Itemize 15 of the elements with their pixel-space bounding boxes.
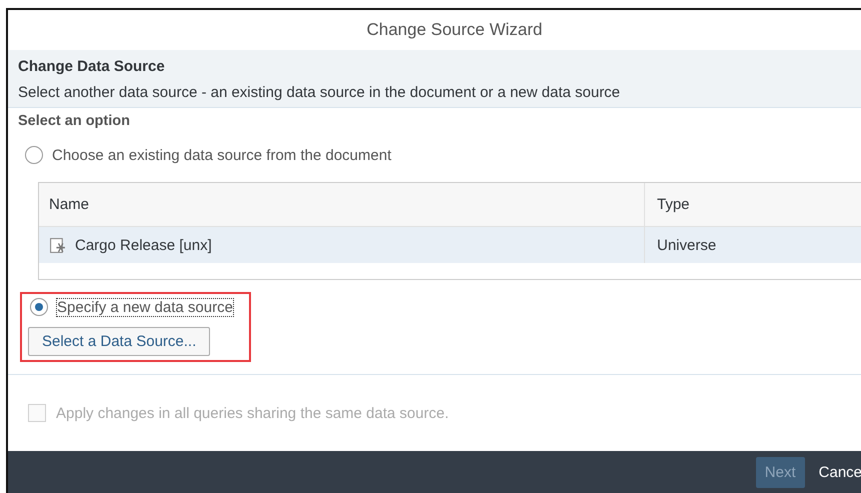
radio-button[interactable] bbox=[25, 146, 43, 164]
radio-button[interactable] bbox=[30, 298, 48, 316]
table-row[interactable]: Cargo Release [unx] Universe bbox=[39, 227, 861, 263]
window-title: Change Source Wizard bbox=[366, 20, 542, 40]
option-label[interactable]: Choose an existing data source from the document bbox=[52, 146, 392, 164]
header-description: Select another data source - an existing data source in the document or a new data source bbox=[18, 84, 622, 101]
column-header: Type bbox=[656, 195, 691, 215]
cancel-button[interactable]: Cance bbox=[814, 456, 861, 488]
select-data-source-button[interactable]: Select a Data Source... bbox=[28, 327, 210, 356]
table-cell: Universe bbox=[657, 236, 716, 254]
section-label: Select an option bbox=[18, 113, 131, 129]
table-cell: Cargo Release [unx] bbox=[75, 236, 212, 254]
option-label[interactable]: Specify a new data source bbox=[57, 298, 233, 316]
header-title: Change Data Source bbox=[18, 58, 166, 75]
column-header: Name bbox=[39, 183, 645, 226]
